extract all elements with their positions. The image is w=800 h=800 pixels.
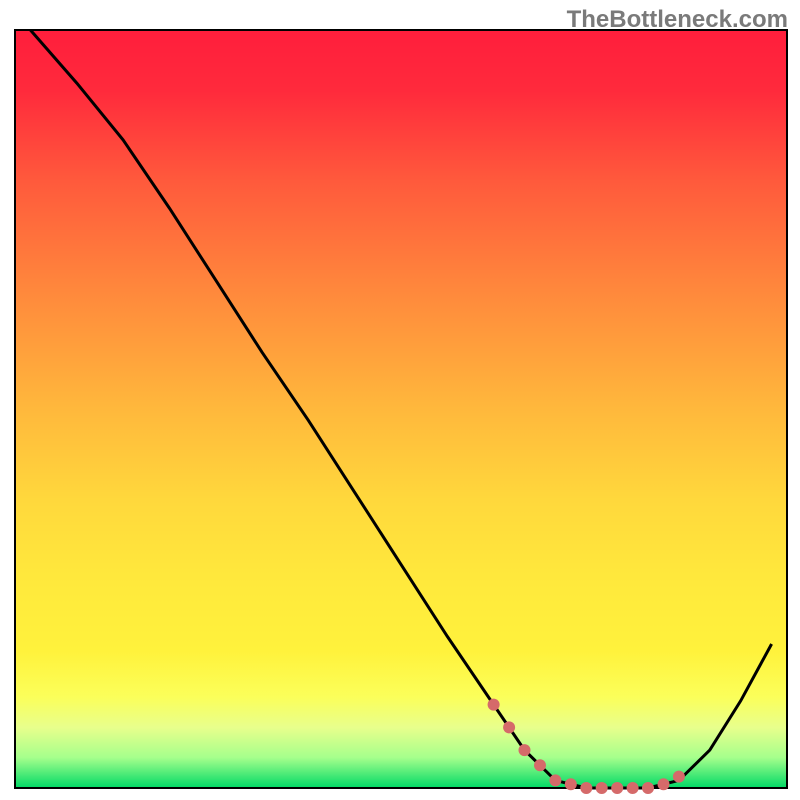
plot-background: [15, 30, 787, 788]
watermark-text: TheBottleneck.com: [567, 6, 788, 34]
chart-svg: [0, 0, 800, 800]
marker-dot: [580, 782, 592, 794]
marker-dot: [642, 782, 654, 794]
marker-dot: [488, 699, 500, 711]
marker-dot: [519, 744, 531, 756]
marker-dot: [549, 774, 561, 786]
marker-dot: [565, 778, 577, 790]
marker-dot: [627, 782, 639, 794]
marker-dot: [503, 721, 515, 733]
marker-dot: [596, 782, 608, 794]
marker-dot: [534, 759, 546, 771]
chart-container: [0, 0, 800, 800]
marker-dot: [673, 771, 685, 783]
marker-dot: [611, 782, 623, 794]
marker-dot: [658, 778, 670, 790]
